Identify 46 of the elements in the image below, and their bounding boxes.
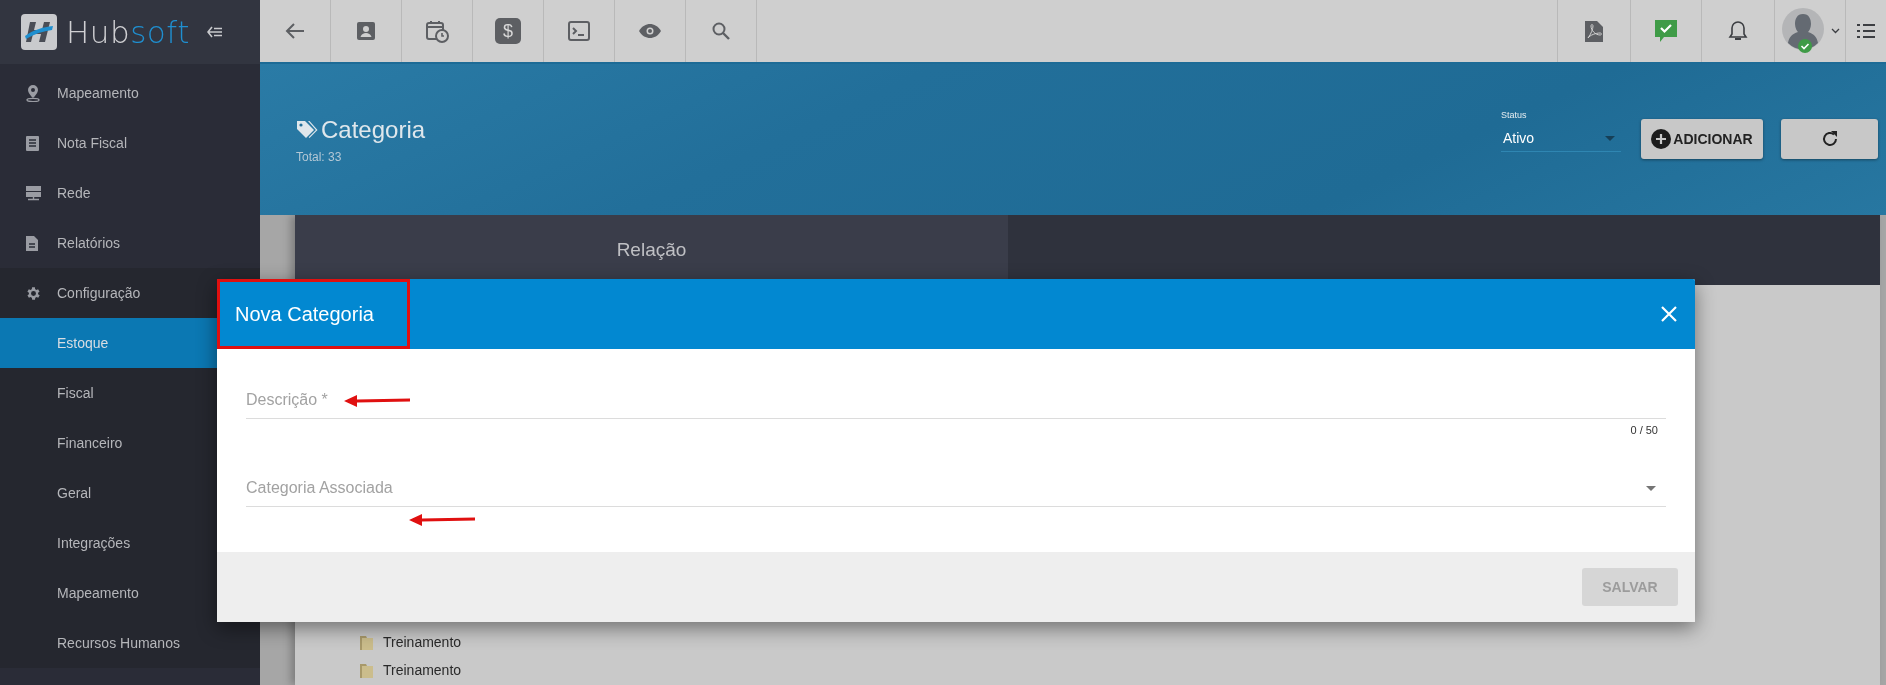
dollar-icon[interactable]: $ (495, 18, 521, 44)
pdf-file-icon[interactable] (1585, 20, 1603, 42)
plus-circle-icon (1651, 129, 1672, 149)
tag-icon (296, 120, 318, 140)
sidebar-item[interactable]: Relatórios (0, 218, 260, 268)
logo-icon (21, 14, 57, 50)
status-dropdown[interactable]: Ativo (1501, 125, 1621, 152)
tree-item-label[interactable]: Treinamento (383, 634, 462, 650)
folder-icon (358, 633, 375, 651)
gear-icon (25, 284, 42, 302)
terminal-icon[interactable] (568, 21, 590, 41)
list-menu-icon[interactable] (1857, 24, 1875, 38)
caret-icon (1605, 135, 1615, 141)
page-title: Categoria (321, 116, 426, 144)
annotation-arrow (344, 395, 410, 407)
notification-bell-icon[interactable] (1728, 20, 1748, 42)
logo-text: Hubsoft (66, 14, 190, 50)
status-label: Status (1501, 110, 1528, 120)
tree-item-label[interactable]: Treinamento (383, 662, 462, 678)
eye-icon[interactable] (638, 23, 662, 39)
sidebar-subitem[interactable]: Recursos Humanos (0, 618, 260, 668)
sidebar-item[interactable]: Mapeamento (0, 68, 260, 118)
annotation-arrow (409, 514, 475, 526)
calendar-clock-icon[interactable] (425, 19, 449, 43)
contact-card-icon[interactable] (356, 21, 376, 41)
search-icon[interactable] (711, 21, 731, 41)
back-arrow-icon[interactable] (285, 22, 305, 40)
collapse-menu-icon[interactable] (206, 26, 223, 38)
total-count: Total: 33 (296, 150, 342, 164)
refresh-icon (1820, 130, 1839, 148)
close-icon[interactable] (1661, 306, 1677, 322)
caret-icon (1646, 486, 1656, 491)
map-pin-icon (25, 84, 41, 102)
sidebar-item[interactable]: Nota Fiscal (0, 118, 260, 168)
receipt-icon (25, 134, 40, 152)
folder-icon (358, 661, 375, 679)
user-avatar-icon[interactable] (1780, 8, 1827, 54)
chat-check-icon[interactable] (1654, 19, 1678, 43)
document-icon (25, 234, 39, 252)
server-icon (25, 185, 42, 201)
refresh-button[interactable] (1781, 119, 1878, 159)
sidebar-item[interactable]: Rede (0, 168, 260, 218)
character-counter: 0 / 50 (1630, 424, 1658, 436)
add-button[interactable]: ADICIONAR (1641, 119, 1763, 159)
dropdown-field[interactable]: Categoria Associada (246, 470, 1666, 507)
caret-icon[interactable] (1830, 28, 1840, 34)
